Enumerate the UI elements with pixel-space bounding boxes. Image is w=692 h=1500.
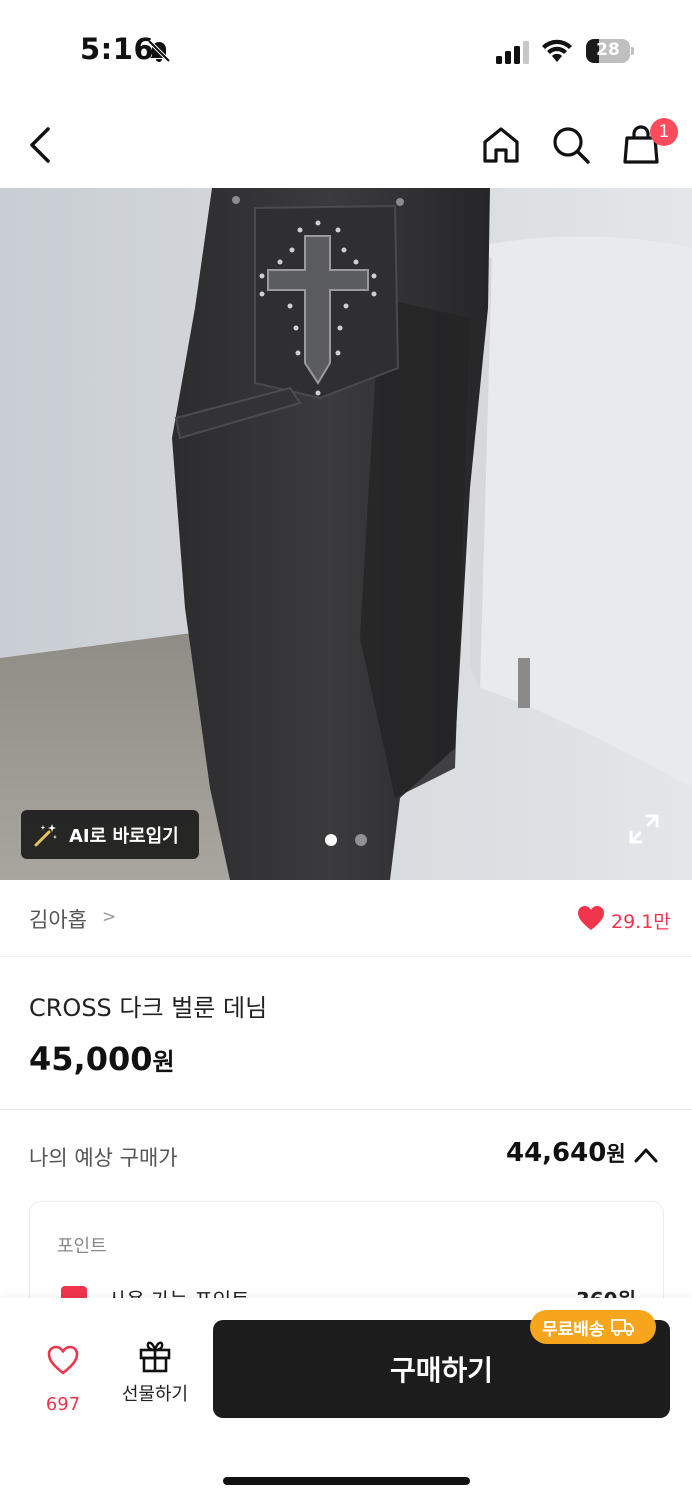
search-icon xyxy=(553,127,590,164)
ai-try-on-button[interactable]: AI로 바로입기 xyxy=(21,810,199,859)
status-bar: 5:16 28 xyxy=(0,0,692,100)
expected-price-value: 44,640원 xyxy=(506,1138,626,1168)
point-title: 포인트 xyxy=(57,1236,107,1257)
heart-filled-icon[interactable] xyxy=(577,905,605,931)
free-shipping-label: 무료배송 xyxy=(542,1319,605,1340)
divider xyxy=(0,1109,692,1110)
truck-icon xyxy=(610,1319,634,1337)
chevron-up-icon[interactable] xyxy=(632,1144,660,1166)
brand-name[interactable]: 김아홉 xyxy=(29,904,87,934)
ai-try-on-label: AI로 바로입기 xyxy=(69,825,179,847)
cart-count-badge: 1 xyxy=(650,118,678,146)
chevron-left-icon xyxy=(30,127,50,163)
product-image[interactable] xyxy=(0,188,692,880)
home-icon xyxy=(483,127,519,163)
product-photo xyxy=(0,188,692,880)
product-price: 45,000원 xyxy=(29,1040,175,1078)
search-button[interactable] xyxy=(548,122,594,168)
gift-label: 선물하기 xyxy=(121,1384,189,1405)
chevron-right-icon[interactable]: > xyxy=(102,907,116,927)
wishlist-count: 697 xyxy=(45,1394,81,1415)
expected-price-number: 44,640 xyxy=(506,1138,607,1168)
brand-row: 김아홉 > 29.1만 xyxy=(0,880,692,957)
home-button[interactable] xyxy=(478,122,524,168)
product-title: CROSS 다크 벌룬 데님 xyxy=(29,994,268,1022)
home-indicator xyxy=(223,1477,470,1485)
gift-button[interactable]: 선물하기 xyxy=(112,1338,198,1418)
bell-off-icon xyxy=(147,39,171,63)
bottom-action-bar: 697 선물하기 구매하기 무료배송 xyxy=(0,1298,692,1500)
free-shipping-badge: 무료배송 xyxy=(530,1310,656,1344)
carousel-dot[interactable] xyxy=(355,834,367,846)
price-value: 45,000 xyxy=(29,1040,153,1078)
magic-wand-icon xyxy=(34,823,57,846)
expected-price-label: 나의 예상 구매가 xyxy=(29,1146,178,1170)
back-button[interactable] xyxy=(18,122,64,168)
carousel-dot-active[interactable] xyxy=(325,834,337,846)
heart-outline-icon xyxy=(47,1345,79,1375)
wifi-icon xyxy=(542,39,572,62)
status-time: 5:16 xyxy=(80,32,155,66)
expected-price-unit: 원 xyxy=(606,1142,626,1166)
expand-icon[interactable] xyxy=(627,812,661,846)
wishlist-button[interactable]: 697 xyxy=(28,1338,98,1418)
signal-icon xyxy=(496,41,529,64)
battery-icon: 28 xyxy=(586,39,634,63)
price-unit: 원 xyxy=(152,1048,175,1076)
gift-icon xyxy=(139,1341,171,1373)
top-nav xyxy=(0,100,692,188)
like-count: 29.1만 xyxy=(611,911,671,933)
battery-level: 28 xyxy=(596,40,620,60)
